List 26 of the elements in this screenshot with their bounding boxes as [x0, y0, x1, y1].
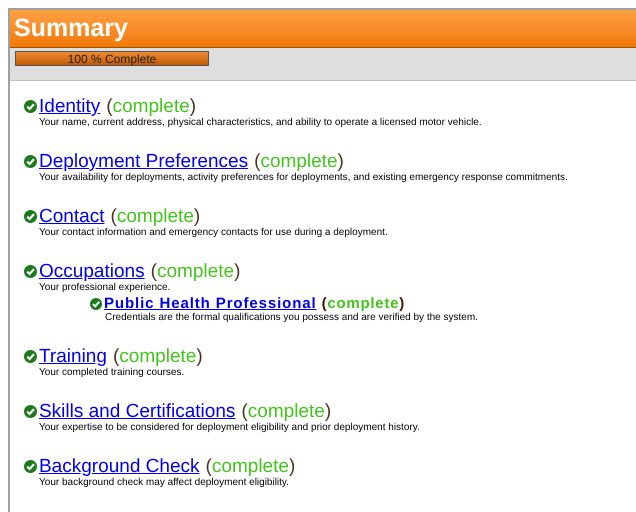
status-label: (complete): [322, 296, 405, 311]
section-description: Your contact information and emergency contacts for use during a deployment.: [39, 227, 389, 239]
section-description: Your expertise to be considered for deployment eligibility and prior deployment history.: [39, 422, 421, 434]
section-link[interactable]: Skills and Certifications: [39, 402, 236, 421]
section-link[interactable]: Occupations: [39, 262, 145, 281]
status-label: (complete): [150, 262, 240, 281]
section-description: Your name, current address, physical characteristics, and ability to operate a licensed motor vehicle.: [39, 117, 483, 129]
section-description: Your availability for deployments, activity preferences for deployments, and existing emergency response commitments.: [39, 172, 569, 184]
status-label: (complete): [254, 152, 344, 171]
section-description: Your background check may affect deployment eligibility.: [39, 477, 290, 489]
section-link[interactable]: Public Health Professional: [104, 296, 317, 311]
page-title: Summary: [14, 16, 128, 41]
status-label: (complete): [106, 97, 196, 116]
section-link[interactable]: Training: [39, 347, 107, 366]
progress-label: 100 % Complete: [66, 52, 158, 65]
section-description: Your completed training courses.: [39, 367, 186, 379]
section-link[interactable]: Identity: [39, 97, 100, 116]
section-link[interactable]: Contact: [39, 207, 104, 226]
status-label: (complete): [112, 347, 203, 366]
section-description: Credentials are the formal qualifications you possess and are verified by the system.: [105, 312, 479, 324]
section-link[interactable]: Background Check: [39, 457, 200, 476]
status-label: (complete): [241, 402, 332, 421]
section-link[interactable]: Deployment Preferences: [39, 152, 248, 171]
section-description: Your professional experience.: [39, 282, 172, 294]
status-label: (complete): [110, 207, 200, 226]
status-label: (complete): [206, 457, 296, 476]
